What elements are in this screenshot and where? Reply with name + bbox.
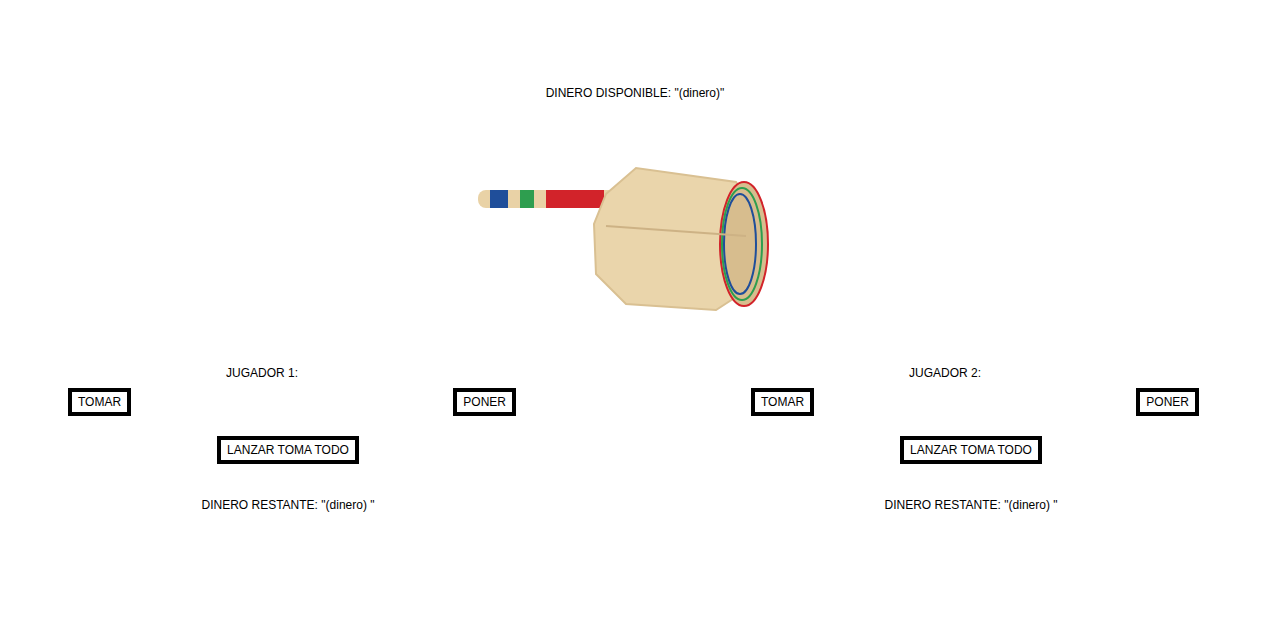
player-name: JUGADOR 1: xyxy=(68,366,516,380)
spin-row: LANZAR TOMA TODO xyxy=(751,436,1199,464)
available-money: DINERO DISPONIBLE: "(dinero)" xyxy=(0,86,1288,100)
player-panel: JUGADOR 2: TOMAR PONER LANZAR TOMA TODO DINE… xyxy=(751,366,1199,512)
spinning-top-icon xyxy=(476,164,776,314)
remaining-money: DINERO RESTANTE: "(dinero) " xyxy=(751,498,1199,512)
players-area: JUGADOR 1: TOMAR PONER LANZAR TOMA TODO DINE… xyxy=(0,366,1288,512)
take-button[interactable]: TOMAR xyxy=(68,388,131,416)
player-name: JUGADOR 2: xyxy=(751,366,1199,380)
spin-button[interactable]: LANZAR TOMA TODO xyxy=(900,436,1042,464)
action-row: TOMAR PONER xyxy=(751,388,1199,416)
player-panel: JUGADOR 1: TOMAR PONER LANZAR TOMA TODO DINE… xyxy=(68,366,516,512)
game-screen: DINERO DISPONIBLE: "(dinero)" JUGADOR 1: T… xyxy=(0,0,1288,638)
spin-row: LANZAR TOMA TODO xyxy=(68,436,516,464)
remaining-money: DINERO RESTANTE: "(dinero) " xyxy=(68,498,516,512)
toma-todo-picture xyxy=(0,164,1288,314)
action-row: TOMAR PONER xyxy=(68,388,516,416)
put-button[interactable]: PONER xyxy=(1136,388,1199,416)
put-button[interactable]: PONER xyxy=(453,388,516,416)
take-button[interactable]: TOMAR xyxy=(751,388,814,416)
spin-button[interactable]: LANZAR TOMA TODO xyxy=(217,436,359,464)
